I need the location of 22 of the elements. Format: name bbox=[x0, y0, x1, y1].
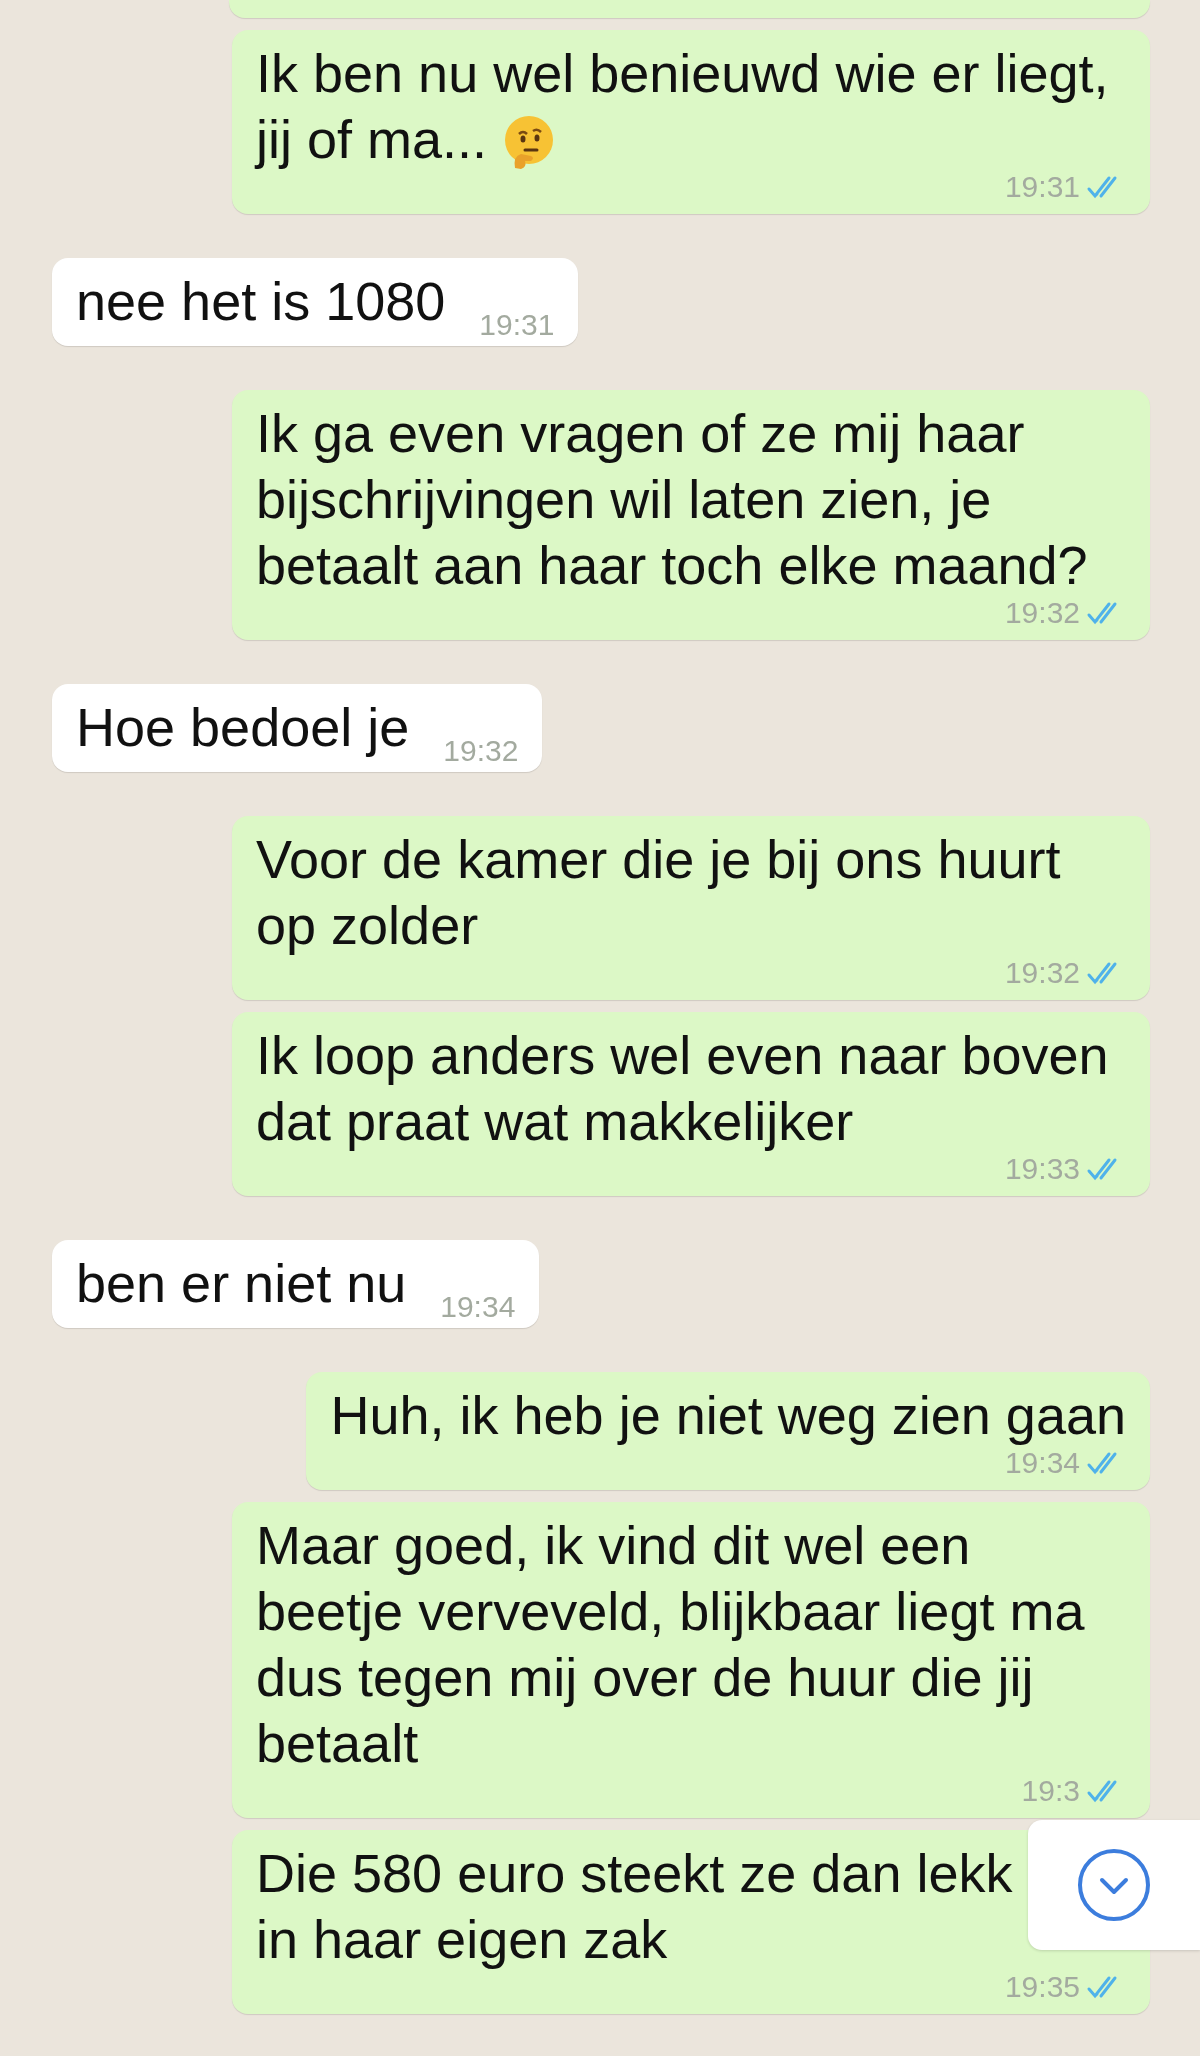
chevron-down-icon bbox=[1077, 1848, 1151, 1922]
message-text: Ik ga even vragen of ze mij haar bijschrijvingen wil laten zien, je betaalt aan haar toch elke maand? bbox=[256, 403, 1088, 595]
message-time: 19:31 bbox=[479, 310, 555, 340]
message-text: Ik ben nu wel benieuwd wie er liegt, jij of ma... bbox=[256, 43, 1109, 169]
message-text: nee het is 1080 bbox=[76, 271, 446, 331]
message-text: Die 580 euro steekt ze dan lekk in haar eigen zak bbox=[256, 1843, 1013, 1969]
message-text: Ik loop anders wel even naar boven dat praat wat makkelijker bbox=[256, 1025, 1109, 1151]
message-time: 19:32 bbox=[1004, 598, 1080, 628]
message-time: 19:3 bbox=[1021, 1776, 1080, 1806]
message-time: 19:33 bbox=[1004, 1154, 1080, 1184]
message-time: 19:31 bbox=[1004, 172, 1080, 202]
message-time: 19:34 bbox=[440, 1292, 516, 1322]
message-time: 19:32 bbox=[1004, 958, 1080, 988]
message-time: 19:35 bbox=[1004, 1972, 1080, 2002]
message-text: ben er niet nu bbox=[76, 1253, 407, 1313]
message-text: Hoe bedoel je bbox=[76, 697, 410, 757]
message-text: Voor de kamer die je bij ons huurt op zolder bbox=[256, 829, 1061, 955]
message-text: Huh, ik heb je niet weg zien gaan bbox=[330, 1385, 1126, 1445]
scroll-down-button[interactable] bbox=[1028, 1820, 1200, 1950]
message-time: 19:34 bbox=[1004, 1448, 1080, 1478]
message-time: 19:32 bbox=[443, 736, 519, 766]
message-text: Maar goed, ik vind dit wel een beetje verveveld, blijkbaar liegt ma dus tegen mij over de huur die jij betaalt bbox=[256, 1515, 1085, 1773]
